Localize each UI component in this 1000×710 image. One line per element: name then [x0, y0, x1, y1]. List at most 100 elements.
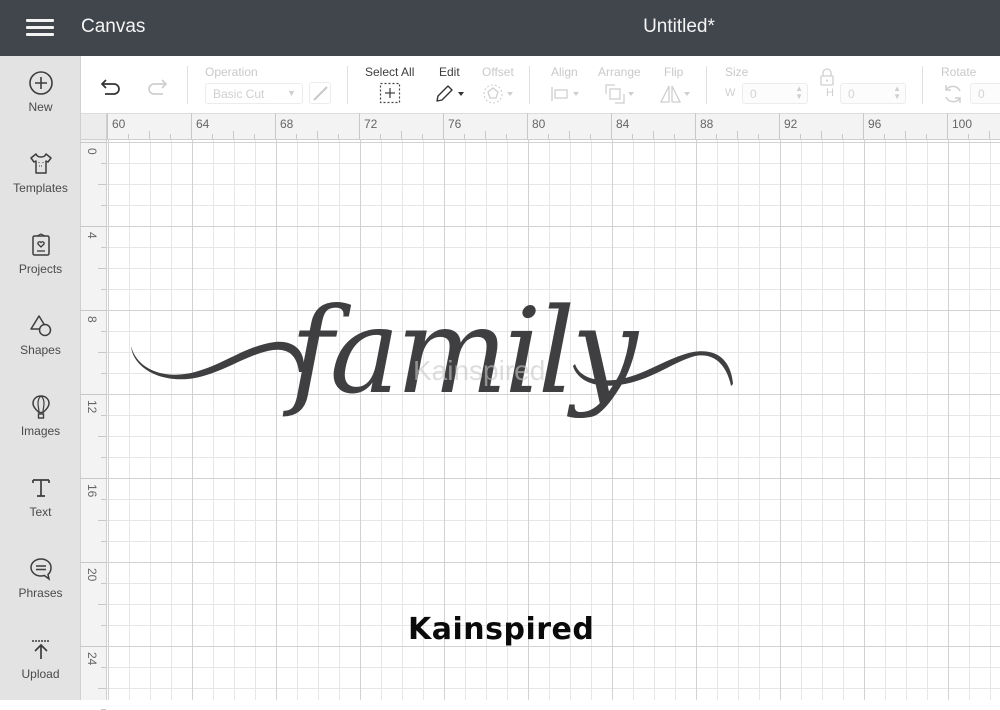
ruler-tick — [101, 247, 106, 248]
ruler-tick — [233, 131, 234, 139]
operation-select[interactable]: Basic Cut ▼ — [205, 83, 303, 104]
ruler-tick — [101, 163, 106, 164]
align-label: Align — [551, 65, 578, 79]
arrange-label: Arrange — [598, 65, 641, 79]
plus-circle-icon — [28, 71, 53, 95]
ruler-tick-label: 60 — [112, 117, 126, 131]
ruler-tick — [80, 310, 106, 311]
ruler-tick-label: 72 — [364, 117, 378, 131]
ruler-tick-label: 76 — [448, 117, 462, 131]
toolbar-divider — [706, 66, 707, 104]
ruler-tick — [101, 205, 106, 206]
ruler-tick — [863, 113, 864, 139]
ruler-tick — [101, 541, 106, 542]
ruler-tick — [779, 113, 780, 139]
select-all-icon[interactable] — [379, 82, 401, 104]
ruler-tick — [101, 499, 106, 500]
ruler-tick — [101, 415, 106, 416]
family-text-design[interactable]: family Kainspired — [125, 280, 745, 470]
rotate-label: Rotate — [941, 65, 977, 79]
ruler-tick-label: 80 — [532, 117, 546, 131]
project-card-icon — [31, 233, 50, 256]
ruler-tick — [101, 373, 106, 374]
sidebar-item-label: Shapes — [20, 343, 61, 357]
lock-aspect-icon[interactable] — [818, 68, 836, 86]
ruler-tick-label: 88 — [700, 117, 714, 131]
sidebar-item-shapes[interactable]: Shapes — [0, 299, 81, 379]
vertical-ruler: 0 4 8 12 16 20 24 — [80, 140, 107, 710]
ruler-tick — [101, 289, 106, 290]
width-input[interactable]: 0 ▲ ▼ — [742, 83, 808, 104]
sidebar-item-images[interactable]: Images — [0, 380, 81, 460]
toolbar-divider — [529, 66, 530, 104]
sidebar-item-phrases[interactable]: Phrases — [0, 542, 81, 622]
sidebar-item-label: Text — [29, 505, 52, 519]
ruler-tick — [80, 226, 106, 227]
ruler-tick — [590, 134, 591, 139]
ruler-tick — [275, 113, 276, 139]
ruler-tick — [128, 134, 129, 139]
ruler-tick — [98, 604, 106, 605]
ruler-tick — [380, 134, 381, 139]
ruler-tick — [101, 457, 106, 458]
ruler-tick — [80, 562, 106, 563]
rotate-input[interactable]: 0 — [970, 83, 1000, 104]
spinner-icon: ▲ ▼ — [795, 84, 803, 101]
ruler-tick — [464, 134, 465, 139]
rotate-value: 0 — [978, 87, 985, 101]
rotate-icon[interactable] — [942, 83, 964, 105]
document-title[interactable]: Untitled* — [0, 16, 1000, 38]
chevron-down-icon: ▼ — [287, 88, 296, 98]
spinner-icon: ▲ ▼ — [893, 84, 901, 101]
flip-icon[interactable] — [659, 83, 693, 105]
ruler-tick — [905, 131, 906, 139]
ruler-tick-label: 24 — [85, 652, 99, 666]
sidebar-item-new[interactable]: New — [0, 56, 81, 136]
ruler-tick — [149, 131, 150, 139]
ruler-tick — [653, 131, 654, 139]
ruler-tick-label: 12 — [85, 400, 99, 414]
sidebar-item-projects[interactable]: Projects — [0, 218, 81, 298]
left-swash — [131, 341, 304, 380]
ruler-tick-label: 16 — [85, 484, 99, 498]
offset-icon[interactable] — [482, 83, 518, 105]
ruler-tick-label: 20 — [85, 568, 99, 582]
pen-color-swatch[interactable] — [309, 82, 331, 104]
sidebar-item-upload[interactable]: Upload — [0, 623, 81, 703]
align-icon[interactable] — [550, 85, 584, 103]
shapes-icon — [29, 315, 51, 337]
ruler-tick — [98, 520, 106, 521]
pencil-edit-icon[interactable] — [434, 83, 466, 103]
ruler-tick — [611, 113, 612, 139]
text-t-icon — [31, 479, 50, 497]
ruler-tick — [80, 478, 106, 479]
operation-label: Operation — [205, 65, 258, 79]
sidebar-item-text[interactable]: Text — [0, 461, 81, 541]
toolbar-divider — [347, 66, 348, 104]
width-value: 0 — [750, 87, 757, 101]
ruler-tick — [80, 394, 106, 395]
ruler-tick — [80, 142, 106, 143]
ruler-tick — [569, 131, 570, 139]
operation-value: Basic Cut — [213, 87, 265, 101]
ruler-tick-label: 92 — [784, 117, 798, 131]
ruler-tick — [527, 113, 528, 139]
height-input[interactable]: 0 ▲ ▼ — [840, 83, 906, 104]
ruler-tick — [401, 131, 402, 139]
sidebar-item-templates[interactable]: Templates — [0, 137, 81, 217]
arrange-icon[interactable] — [604, 83, 638, 105]
ruler-tick-label: 4 — [85, 232, 99, 239]
top-bar: Canvas Untitled* — [0, 0, 1000, 56]
redo-icon[interactable] — [144, 78, 168, 96]
height-value: 0 — [848, 87, 855, 101]
ruler-tick — [968, 134, 969, 139]
left-sidebar: New Templates Projects Shapes Images Tex… — [0, 56, 81, 700]
width-label: W — [725, 87, 736, 99]
ruler-tick — [989, 131, 990, 139]
ruler-tick — [884, 134, 885, 139]
horizontal-ruler: 60 64 68 72 76 80 84 88 92 96 100 — [81, 113, 1000, 140]
ruler-tick-label: 96 — [868, 117, 882, 131]
ruler-tick-label: 100 — [952, 117, 973, 131]
undo-icon[interactable] — [100, 78, 124, 96]
ruler-tick-label: 8 — [85, 316, 99, 323]
